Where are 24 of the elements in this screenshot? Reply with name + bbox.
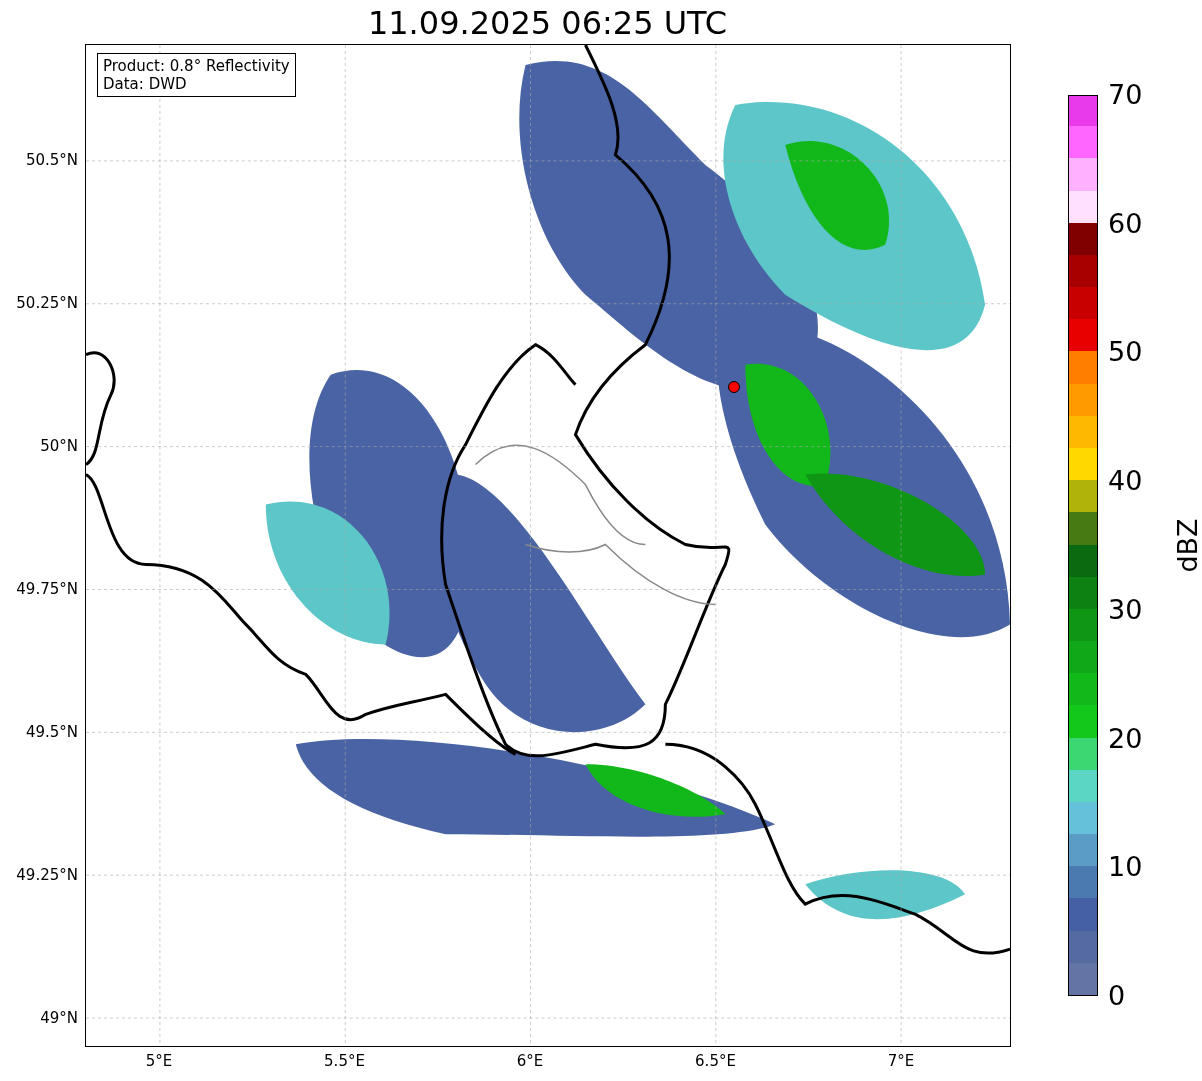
colorbar-tick-label: 10	[1108, 851, 1143, 884]
latitude-label: 50°N	[40, 437, 78, 455]
latitude-label: 49.25°N	[16, 866, 78, 884]
longitude-label: 7°E	[886, 1052, 916, 1070]
colorbar-tick-label: 20	[1108, 722, 1143, 755]
colorbar-tick-label: 70	[1108, 79, 1143, 111]
info-text: Data: DWD	[103, 75, 188, 93]
colorbar-tick-label: 60	[1108, 207, 1143, 240]
colorbar-label: dBZ	[1171, 518, 1202, 573]
colorbar-tick-label: 40	[1108, 465, 1143, 498]
longitude-label: 6.5°E	[694, 1052, 737, 1070]
chart-title: 11.09.2025 06:25 UTC	[366, 4, 729, 42]
latitude-label: 49°N	[40, 1009, 78, 1027]
colorbar-tick-label: 0	[1108, 980, 1126, 1012]
longitude-label: 5°E	[144, 1052, 174, 1070]
info-text: Product: 0.8° Reflectivity	[103, 57, 290, 75]
latitude-label: 50.5°N	[25, 151, 78, 169]
latitude-label: 49.5°N	[25, 723, 78, 741]
colorbar-tick-label: 50	[1108, 336, 1143, 369]
colorbar-tick-label: 30	[1108, 593, 1143, 626]
longitude-label: 5.5°E	[323, 1052, 366, 1070]
longitude-label: 6°E	[515, 1052, 545, 1070]
latitude-label: 49.75°N	[16, 580, 78, 598]
latitude-label: 50.25°N	[16, 294, 78, 312]
